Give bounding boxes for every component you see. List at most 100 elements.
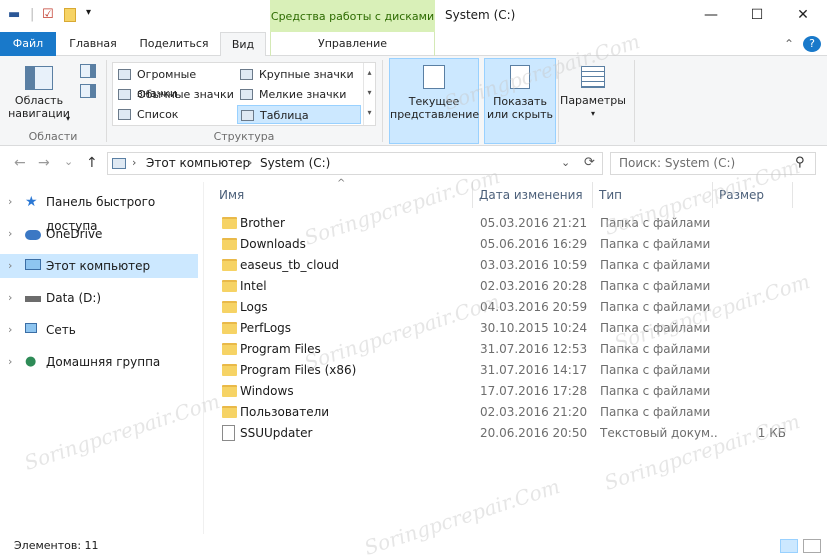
up-button[interactable]: ↑: [86, 155, 98, 171]
watermark: Soringpcrepair.Com: [21, 389, 223, 475]
address-dropdown-icon[interactable]: ⌄: [561, 156, 570, 169]
folder-icon: [222, 385, 237, 397]
nav-onedrive[interactable]: › OneDrive: [0, 222, 198, 246]
file-row[interactable]: easeus_tb_cloud 03.03.2016 10:59 Папка с ф…: [213, 255, 793, 276]
layout-large-icons[interactable]: Крупные значки: [237, 65, 361, 84]
layout-item-label: Мелкие значки: [259, 88, 347, 101]
layout-extra-large-icons[interactable]: Огромные значки: [115, 65, 235, 100]
layout-details[interactable]: Таблица: [237, 105, 361, 124]
file-row[interactable]: Windows 17.07.2016 17:28 Папка с файлами: [213, 381, 793, 402]
preview-pane-icon[interactable]: [80, 64, 96, 78]
options-button[interactable]: Параметры ▾: [560, 62, 626, 126]
file-row[interactable]: Program Files (x86) 31.07.2016 14:17 Папка…: [213, 360, 793, 381]
chevron-right-icon[interactable]: ›: [8, 190, 12, 214]
chevron-right-icon[interactable]: ›: [8, 286, 12, 310]
large-icons-view-icon[interactable]: [803, 539, 821, 553]
file-date: 05.06.2016 16:29: [480, 237, 588, 251]
file-type: Текстовый докум...: [600, 426, 718, 440]
minimize-button[interactable]: —: [688, 0, 734, 30]
folder-icon: [222, 238, 237, 250]
chevron-right-icon[interactable]: ›: [8, 222, 12, 246]
layout-list[interactable]: Список: [115, 105, 235, 124]
tab-view[interactable]: Вид: [220, 32, 266, 57]
help-icon[interactable]: ?: [803, 36, 821, 52]
network-icon: [25, 323, 37, 333]
search-box[interactable]: Поиск: System (C:) ⚲: [610, 152, 816, 175]
file-row[interactable]: Intel 02.03.2016 20:28 Папка с файлами: [213, 276, 793, 297]
breadcrumb-this-pc[interactable]: Этот компьютер: [146, 156, 250, 170]
file-date: 17.07.2016 17:28: [480, 384, 588, 398]
column-header-size[interactable]: Размер: [713, 182, 793, 208]
nav-item-label: Data (D:): [46, 291, 102, 305]
file-row[interactable]: Logs 04.03.2016 20:59 Папка с файлами: [213, 297, 793, 318]
layout-item-label: Крупные значки: [259, 68, 354, 81]
current-view-label: Текущее представление: [390, 95, 480, 121]
properties-icon[interactable]: ☑: [42, 7, 54, 22]
column-header-name[interactable]: Имя: [213, 182, 473, 208]
customize-qa-icon[interactable]: ▾: [86, 7, 91, 18]
show-hide-button[interactable]: Показать или скрыть: [484, 58, 556, 144]
recent-locations-button[interactable]: ⌄: [64, 155, 73, 168]
medium-icons-icon: [118, 89, 131, 100]
chevron-right-icon[interactable]: ›: [8, 254, 12, 278]
app-icon[interactable]: ▬: [8, 7, 20, 22]
nav-data-d[interactable]: › Data (D:): [0, 286, 198, 310]
breadcrumb-separator: ›: [248, 156, 253, 169]
ribbon-tabs: Файл Главная Поделиться Вид Управление ⌃…: [0, 32, 827, 57]
back-button[interactable]: ←: [14, 155, 26, 171]
layout-medium-icons[interactable]: Обычные значки: [115, 85, 235, 104]
chevron-right-icon[interactable]: ›: [8, 350, 12, 374]
contextual-tab-drive-tools[interactable]: Средства работы с дисками: [270, 0, 435, 32]
file-row[interactable]: PerfLogs 30.10.2015 10:24 Папка с файлами: [213, 318, 793, 339]
navigation-pane-icon: [25, 66, 53, 90]
tab-file[interactable]: Файл: [0, 32, 56, 56]
chevron-down-icon: ▾: [66, 114, 71, 123]
chevron-right-icon[interactable]: ›: [8, 318, 12, 342]
address-bar[interactable]: › Этот компьютер › System (C:) ⌄ ⟳: [107, 152, 603, 175]
maximize-button[interactable]: ☐: [734, 0, 780, 30]
file-row[interactable]: Program Files 31.07.2016 12:53 Папка с фай…: [213, 339, 793, 360]
file-date: 02.03.2016 20:28: [480, 279, 588, 293]
navigation-pane-button[interactable]: Область навигации ▾: [6, 62, 72, 126]
folder-icon: [222, 301, 237, 313]
breadcrumb-system-c[interactable]: System (C:): [260, 156, 330, 170]
file-row[interactable]: Пользователи 02.03.2016 21:20 Папка с файл…: [213, 402, 793, 423]
details-pane-icon[interactable]: [80, 84, 96, 98]
tab-share[interactable]: Поделиться: [134, 32, 214, 56]
layout-scroll[interactable]: ▴ ▾ ▾: [363, 63, 375, 125]
tab-manage[interactable]: Управление: [270, 32, 435, 56]
nav-network[interactable]: › Сеть: [0, 318, 198, 342]
refresh-icon[interactable]: ⟳: [584, 155, 595, 170]
nav-this-pc[interactable]: › Этот компьютер: [0, 254, 198, 278]
status-bar: Элементов: 11: [0, 535, 827, 557]
file-date: 20.06.2016 20:50: [480, 426, 588, 440]
file-name: Logs: [240, 300, 268, 314]
cloud-icon: [25, 230, 41, 240]
search-icon[interactable]: ⚲: [795, 155, 805, 170]
layout-small-icons[interactable]: Мелкие значки: [237, 85, 361, 104]
nav-homegroup[interactable]: › ● Домашняя группа: [0, 350, 198, 374]
nav-quick-access[interactable]: › ★ Панель быстрого доступа: [0, 190, 198, 233]
details-view-icon[interactable]: [780, 539, 798, 553]
file-row[interactable]: Brother 05.03.2016 21:21 Папка с файлами: [213, 213, 793, 234]
window-title: System (C:): [445, 8, 516, 22]
folder-icon: [222, 406, 237, 418]
new-folder-icon[interactable]: [64, 8, 76, 22]
file-date: 30.10.2015 10:24: [480, 321, 588, 335]
column-header-date[interactable]: Дата изменения: [473, 182, 593, 208]
close-button[interactable]: ✕: [780, 0, 826, 30]
file-row[interactable]: Downloads 05.06.2016 16:29 Папка с файлами: [213, 234, 793, 255]
layout-item-label: Список: [137, 108, 179, 121]
forward-button[interactable]: →: [38, 155, 50, 171]
ribbon: Область навигации ▾ Области Огромные зна…: [0, 56, 827, 146]
qa-separator: |: [30, 7, 35, 22]
nav-item-label: Этот компьютер: [46, 259, 151, 273]
column-header-type[interactable]: Тип: [593, 182, 713, 208]
tab-home[interactable]: Главная: [62, 32, 124, 56]
file-date: 05.03.2016 21:21: [480, 216, 588, 230]
file-row[interactable]: SSUUpdater 20.06.2016 20:50 Текстовый доку…: [213, 423, 793, 444]
pane-divider[interactable]: [203, 182, 204, 534]
current-view-button[interactable]: Текущее представление: [389, 58, 479, 144]
collapse-ribbon-icon[interactable]: ⌃: [780, 32, 798, 56]
search-placeholder: Поиск: System (C:): [619, 156, 736, 170]
